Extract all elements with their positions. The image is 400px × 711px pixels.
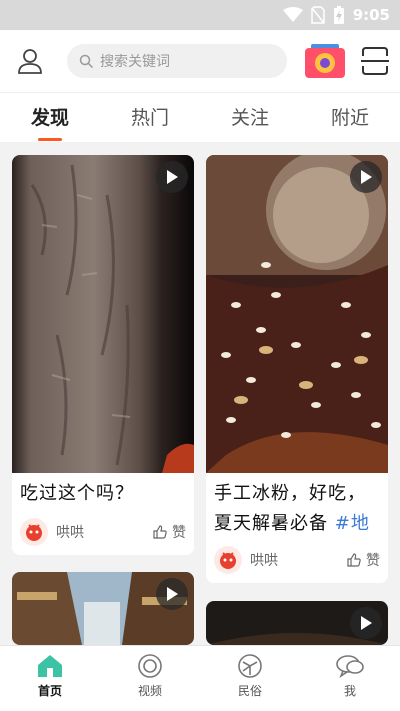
like-label: 赞 bbox=[172, 525, 186, 541]
play-icon bbox=[361, 616, 372, 630]
card-title-line: 手工冰粉，好吃， bbox=[214, 483, 366, 504]
video-thumbnail bbox=[206, 155, 388, 473]
avatar-icon bbox=[220, 552, 236, 569]
scan-icon bbox=[361, 47, 389, 75]
wifi-icon bbox=[282, 7, 303, 22]
author-name[interactable]: 哄哄 bbox=[250, 550, 347, 570]
tab-nearby[interactable]: 附近 bbox=[300, 103, 400, 130]
home-icon bbox=[38, 655, 62, 677]
avatar[interactable] bbox=[214, 546, 242, 574]
play-button[interactable] bbox=[156, 161, 188, 193]
feed-card[interactable]: 吃过这个吗？ 哄哄 赞 bbox=[12, 155, 194, 555]
card-title: 手工冰粉，好吃， 夏天解暑必备 #地 bbox=[214, 479, 370, 539]
nav-folk[interactable]: 民俗 bbox=[200, 654, 300, 706]
like-button[interactable]: 赞 bbox=[153, 522, 186, 542]
user-profile-button[interactable] bbox=[14, 45, 46, 77]
video-icon bbox=[138, 654, 162, 678]
folk-icon bbox=[238, 654, 262, 678]
bottom-nav: 首页 视频 民俗 我 bbox=[0, 645, 400, 711]
card-title: 吃过这个吗？ bbox=[20, 483, 134, 504]
card-title-text: 夏天解暑必备 bbox=[214, 513, 335, 534]
top-bar: 搜索关键词 bbox=[0, 30, 400, 92]
active-tab-indicator bbox=[38, 138, 62, 141]
video-thumbnail bbox=[12, 155, 194, 473]
card-meta: 哄哄 赞 bbox=[214, 545, 380, 575]
nav-label: 首页 bbox=[37, 684, 62, 698]
avatar-icon bbox=[26, 524, 42, 541]
like-label: 赞 bbox=[366, 553, 380, 569]
play-button[interactable] bbox=[350, 161, 382, 193]
me-icon bbox=[336, 655, 364, 678]
play-icon bbox=[167, 170, 178, 184]
card-title-line: 夏天解暑必备 #地 bbox=[214, 509, 370, 539]
thumbs-up-icon bbox=[347, 553, 361, 567]
avatar[interactable] bbox=[20, 518, 48, 546]
tab-discover[interactable]: 发现 bbox=[0, 103, 100, 130]
tab-hot[interactable]: 热门 bbox=[100, 103, 200, 130]
nav-label: 民俗 bbox=[237, 684, 262, 698]
camera-icon bbox=[305, 44, 345, 78]
status-time: 9:05 bbox=[352, 6, 390, 24]
nav-home[interactable]: 首页 bbox=[0, 654, 100, 706]
status-icons: 9:05 bbox=[282, 5, 390, 25]
feed-card[interactable] bbox=[12, 572, 194, 645]
play-button[interactable] bbox=[156, 578, 188, 610]
nav-me[interactable]: 我 bbox=[300, 654, 400, 706]
card-meta: 哄哄 赞 bbox=[20, 517, 186, 547]
nav-label: 视频 bbox=[137, 684, 162, 698]
feed-card[interactable]: 手工冰粉，好吃， 夏天解暑必备 #地 哄哄 赞 bbox=[206, 155, 388, 583]
author-name[interactable]: 哄哄 bbox=[56, 522, 153, 542]
thumbs-up-icon bbox=[153, 525, 167, 539]
search-placeholder: 搜索关键词 bbox=[100, 54, 170, 70]
camera-button[interactable] bbox=[305, 43, 345, 79]
play-icon bbox=[167, 587, 178, 601]
nav-label: 我 bbox=[343, 684, 356, 698]
nav-video[interactable]: 视频 bbox=[100, 654, 200, 706]
like-button[interactable]: 赞 bbox=[347, 550, 380, 570]
play-icon bbox=[361, 170, 372, 184]
hashtag-link[interactable]: #地 bbox=[335, 513, 370, 534]
scan-button[interactable] bbox=[361, 46, 389, 76]
user-icon bbox=[18, 49, 42, 74]
play-button[interactable] bbox=[350, 607, 382, 639]
tab-following[interactable]: 关注 bbox=[200, 103, 300, 130]
feed-card[interactable] bbox=[206, 601, 388, 645]
no-sim-icon bbox=[310, 6, 325, 24]
search-icon bbox=[79, 54, 94, 68]
search-input[interactable]: 搜索关键词 bbox=[67, 44, 287, 78]
status-bar: 9:05 bbox=[0, 0, 400, 30]
category-tabs: 发现 热门 关注 附近 bbox=[0, 92, 400, 142]
battery-charging-icon bbox=[333, 6, 344, 24]
